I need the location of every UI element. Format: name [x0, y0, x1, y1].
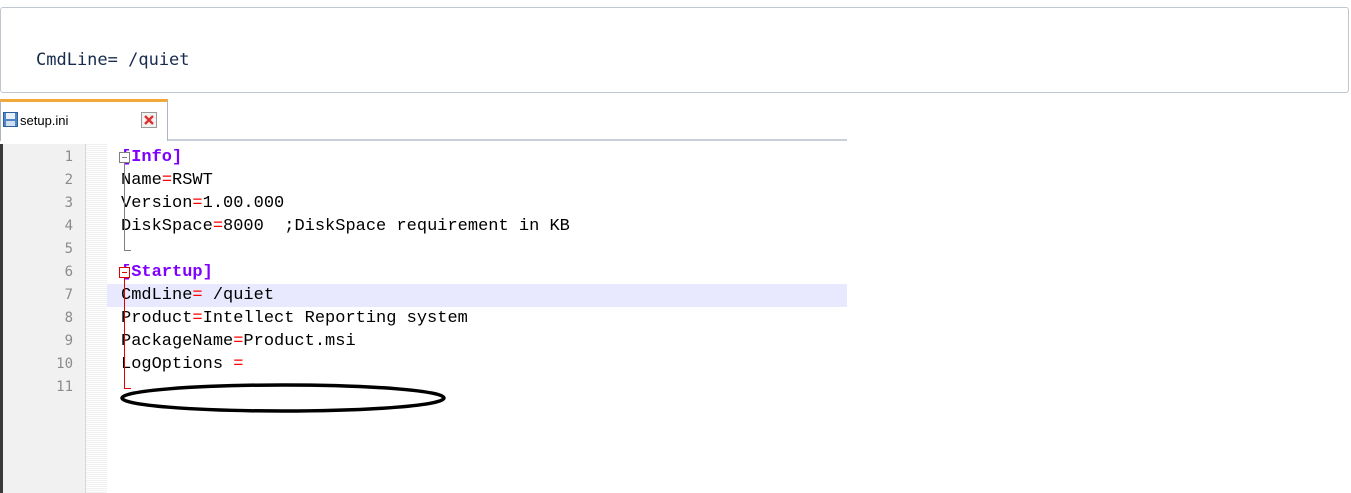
line-number: 3	[64, 195, 73, 211]
code-block: CmdLine= /quiet	[0, 7, 1349, 93]
line-number: 1	[64, 149, 73, 165]
close-icon[interactable]	[141, 112, 157, 128]
line-code: Product=Intellect Reporting system	[121, 309, 468, 328]
line-code: [Startup]	[121, 263, 213, 282]
code-block-text: CmdLine= /quiet	[36, 50, 190, 70]
editor-line[interactable]: 7 CmdLine= /quiet	[3, 284, 847, 307]
ini-key: Version	[121, 194, 193, 213]
ini-key: PackageName	[121, 332, 234, 351]
fold-toggle-info[interactable]	[119, 152, 130, 163]
line-number: 7	[64, 287, 73, 303]
line-number: 6	[64, 264, 73, 280]
line-code: PackageName=Product.msi	[121, 332, 356, 351]
line-number: 9	[64, 333, 73, 349]
code-editor[interactable]: 1 [Info] 2 Name=RSWT 3 Version=1.00.000 4 DiskS…	[0, 144, 847, 493]
ini-value: Product.msi	[243, 332, 356, 351]
tab-setup-ini[interactable]: setup.ini	[0, 99, 168, 141]
highlight-ellipse-annotation	[120, 383, 446, 413]
ini-value: 1.00.000	[202, 194, 285, 213]
line-number: 10	[56, 356, 73, 372]
line-number: 11	[56, 379, 73, 395]
line-code: LogOptions =	[121, 355, 243, 374]
ini-key: Name	[121, 171, 162, 190]
editor-line[interactable]: 8 Product=Intellect Reporting system	[3, 307, 847, 330]
line-code: Version=1.00.000	[121, 194, 284, 213]
fold-line-startup	[124, 278, 125, 388]
ini-key: LogOptions	[121, 355, 234, 374]
line-code: Name=RSWT	[121, 171, 213, 190]
ini-equals: =	[192, 286, 203, 305]
fold-end-info	[124, 250, 131, 251]
line-code: DiskSpace=8000 ;DiskSpace requirement in…	[121, 217, 570, 236]
editor-line[interactable]: 4 DiskSpace=8000 ;DiskSpace requirement i…	[3, 215, 847, 238]
ini-equals: =	[161, 171, 173, 190]
ini-key: CmdLine	[121, 286, 193, 305]
tab-bar-underline	[168, 139, 847, 141]
ini-equals: =	[233, 332, 244, 351]
ini-equals: =	[192, 194, 203, 213]
editor-line[interactable]: 3 Version=1.00.000	[3, 192, 847, 215]
ini-value: RSWT	[172, 171, 213, 190]
tab-bar: setup.ini	[0, 95, 847, 144]
ini-value: /quiet	[202, 286, 275, 305]
line-number: 8	[64, 310, 73, 326]
tab-label: setup.ini	[20, 113, 69, 128]
ini-equals: =	[233, 355, 244, 374]
line-number: 5	[64, 241, 73, 257]
line-code: [Info]	[121, 148, 182, 167]
notepad-editor-screenshot: setup.ini 1 [Info] 2 Name=RSWT 3 Version=1.00…	[0, 95, 847, 493]
ini-key: DiskSpace	[121, 217, 213, 236]
save-icon	[3, 112, 18, 127]
ini-equals: =	[212, 217, 224, 236]
section-header: [Info]	[121, 148, 183, 167]
line-code: CmdLine= /quiet	[121, 286, 274, 305]
ini-value: 8000 ;DiskSpace requirement in KB	[223, 217, 570, 236]
editor-line[interactable]: 10 LogOptions =	[3, 353, 847, 376]
editor-line[interactable]: 9 PackageName=Product.msi	[3, 330, 847, 353]
editor-line[interactable]: 2 Name=RSWT	[3, 169, 847, 192]
section-header: [Startup]	[121, 263, 213, 282]
fold-toggle-startup[interactable]	[119, 267, 130, 278]
line-number: 4	[64, 218, 73, 234]
fold-line-info	[124, 163, 125, 250]
ini-value: Intellect Reporting system	[202, 309, 468, 328]
ini-key: Product	[121, 309, 193, 328]
ini-equals: =	[192, 309, 203, 328]
line-number: 2	[64, 172, 73, 188]
